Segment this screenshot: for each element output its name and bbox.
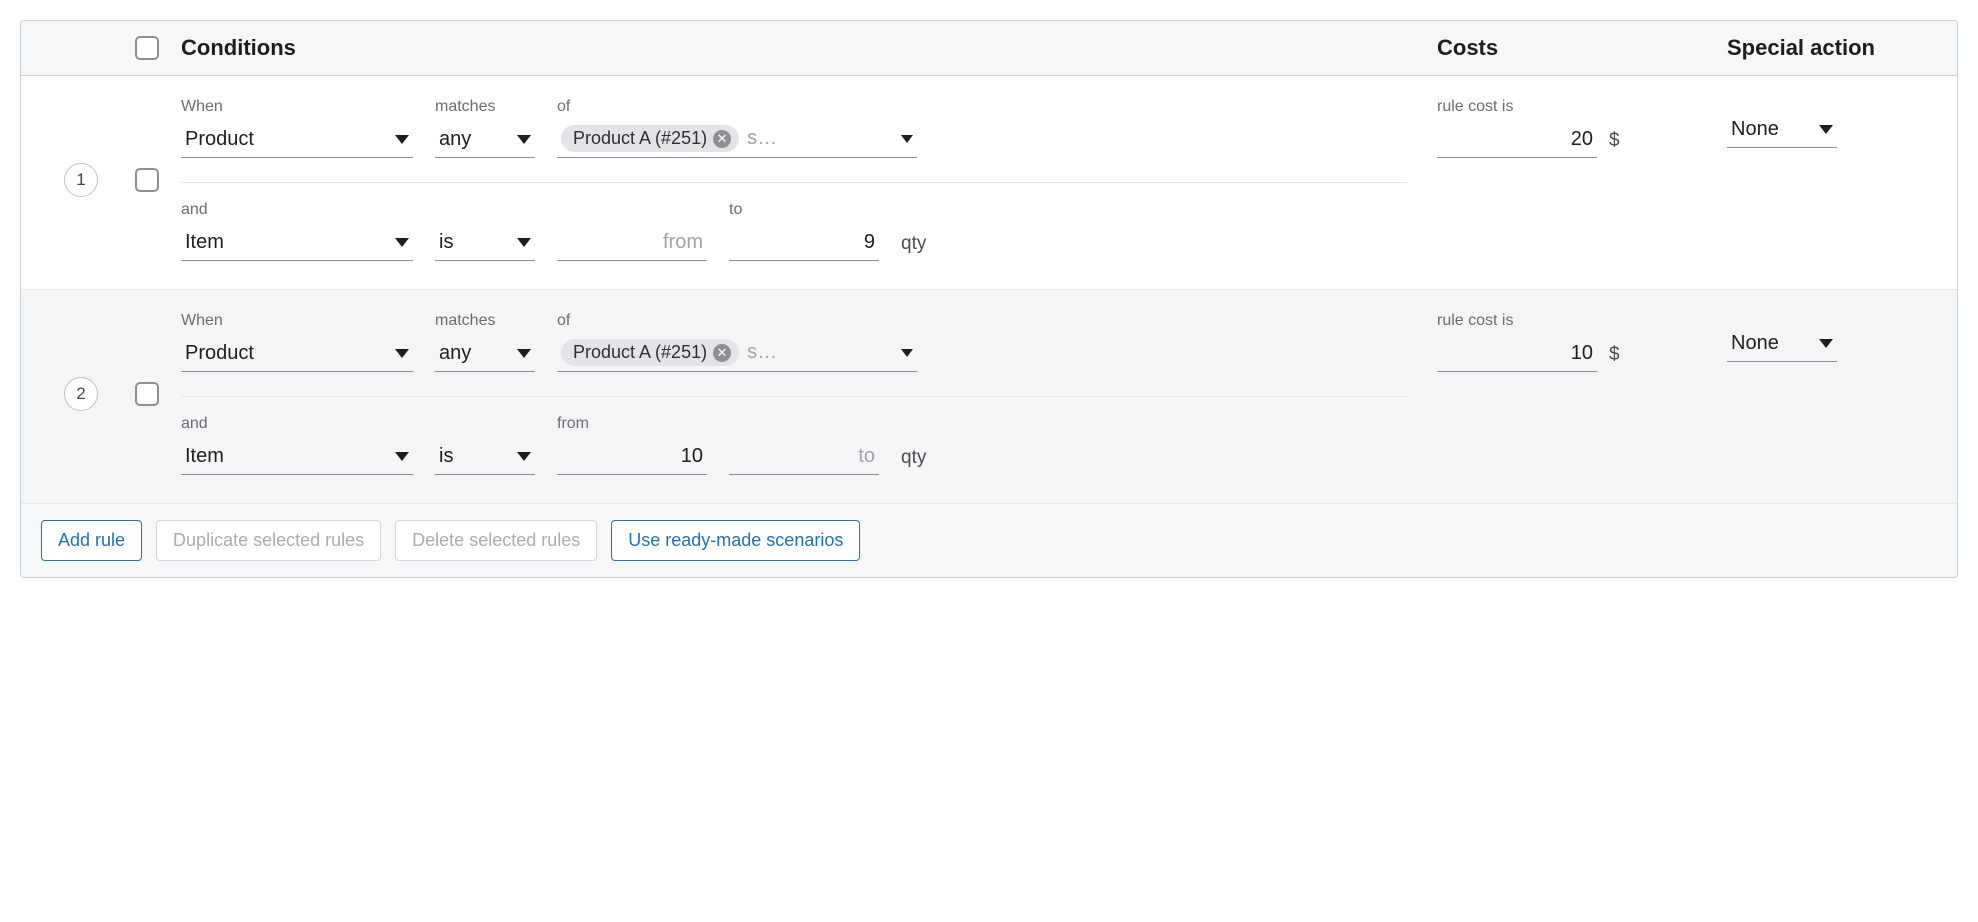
- range-to-input[interactable]: [729, 225, 879, 261]
- is-select[interactable]: is: [435, 439, 535, 475]
- range-from-input[interactable]: [557, 439, 707, 475]
- duplicate-rules-button[interactable]: Duplicate selected rules: [156, 520, 381, 561]
- qty-unit: qty: [901, 233, 926, 261]
- chevron-down-icon: [395, 135, 409, 144]
- item-type-select[interactable]: Item: [181, 439, 413, 475]
- rule-row: 2 When Product matches any: [21, 290, 1957, 504]
- rule-cost-label: rule cost is: [1437, 98, 1597, 116]
- chevron-down-icon: [1819, 339, 1833, 348]
- header-action: Special action: [1727, 35, 1937, 61]
- cost-input[interactable]: [1437, 122, 1597, 158]
- when-label: When: [181, 312, 413, 330]
- table-footer: Add rule Duplicate selected rules Delete…: [21, 504, 1957, 577]
- add-rule-button[interactable]: Add rule: [41, 520, 142, 561]
- select-all-checkbox[interactable]: [135, 36, 159, 60]
- chevron-down-icon: [1819, 125, 1833, 134]
- rule-number-badge: 2: [64, 377, 98, 411]
- of-label: of: [557, 312, 917, 330]
- range-to-input[interactable]: [729, 439, 879, 475]
- chevron-down-icon: [901, 349, 913, 357]
- delete-rules-button[interactable]: Delete selected rules: [395, 520, 597, 561]
- chip-remove-icon[interactable]: ✕: [713, 130, 731, 148]
- chevron-down-icon: [901, 135, 913, 143]
- to-label: to: [729, 201, 879, 219]
- chevron-down-icon: [517, 452, 531, 461]
- chevron-down-icon: [517, 349, 531, 358]
- rules-panel: Conditions Costs Special action 1 When P…: [20, 20, 1958, 578]
- when-type-select[interactable]: Product: [181, 336, 413, 372]
- chevron-down-icon: [395, 452, 409, 461]
- product-search-input[interactable]: [747, 127, 883, 150]
- product-chip: Product A (#251) ✕: [561, 339, 739, 366]
- header-conditions: Conditions: [181, 35, 1437, 61]
- qty-unit: qty: [901, 447, 926, 475]
- special-action-select[interactable]: None: [1727, 112, 1837, 148]
- currency-unit: $: [1609, 130, 1620, 158]
- match-select[interactable]: any: [435, 122, 535, 158]
- chevron-down-icon: [395, 238, 409, 247]
- rule-number-badge: 1: [64, 163, 98, 197]
- chip-remove-icon[interactable]: ✕: [713, 344, 731, 362]
- from-label: from: [557, 415, 707, 433]
- item-type-select[interactable]: Item: [181, 225, 413, 261]
- special-action-select[interactable]: None: [1727, 326, 1837, 362]
- product-multiselect[interactable]: Product A (#251) ✕: [557, 122, 917, 158]
- rule-select-checkbox[interactable]: [135, 168, 159, 192]
- match-select[interactable]: any: [435, 336, 535, 372]
- currency-unit: $: [1609, 344, 1620, 372]
- chevron-down-icon: [517, 135, 531, 144]
- condition-divider: [181, 182, 1407, 183]
- matches-label: matches: [435, 312, 535, 330]
- rule-cost-label: rule cost is: [1437, 312, 1597, 330]
- header-costs: Costs: [1437, 35, 1727, 61]
- of-label: of: [557, 98, 917, 116]
- and-label: and: [181, 415, 413, 433]
- cost-input[interactable]: [1437, 336, 1597, 372]
- rule-row: 1 When Product matches any: [21, 76, 1957, 290]
- table-header: Conditions Costs Special action: [21, 21, 1957, 76]
- chevron-down-icon: [517, 238, 531, 247]
- product-search-input[interactable]: [747, 341, 883, 364]
- product-multiselect[interactable]: Product A (#251) ✕: [557, 336, 917, 372]
- condition-divider: [181, 396, 1407, 397]
- when-label: When: [181, 98, 413, 116]
- when-type-select[interactable]: Product: [181, 122, 413, 158]
- and-label: and: [181, 201, 413, 219]
- use-scenarios-button[interactable]: Use ready-made scenarios: [611, 520, 860, 561]
- is-select[interactable]: is: [435, 225, 535, 261]
- matches-label: matches: [435, 98, 535, 116]
- range-from-input[interactable]: [557, 225, 707, 261]
- product-chip: Product A (#251) ✕: [561, 125, 739, 152]
- rule-select-checkbox[interactable]: [135, 382, 159, 406]
- chevron-down-icon: [395, 349, 409, 358]
